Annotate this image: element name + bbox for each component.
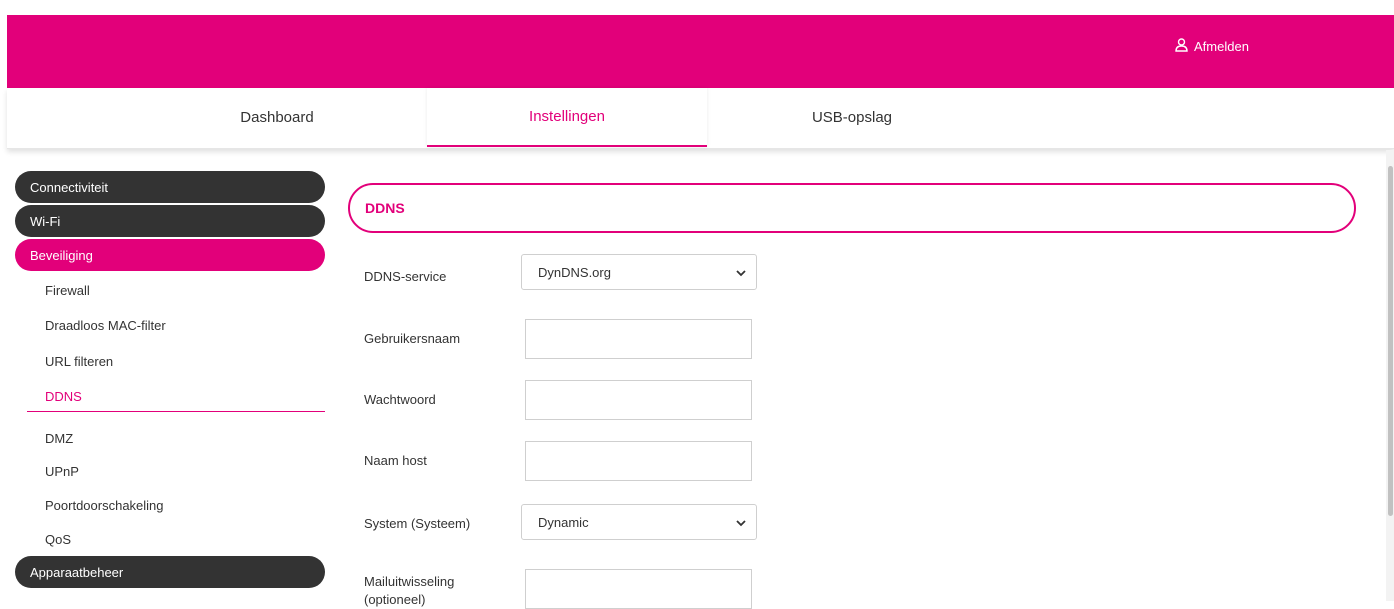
top-strip [0,0,1394,15]
chevron-down-icon [736,515,746,530]
main-nav: Dashboard Instellingen USB-opslag [7,88,1394,149]
password-input[interactable] [525,380,752,420]
mx-label-line2: (optioneel) [364,592,426,607]
tab-instellingen[interactable]: Instellingen [427,88,707,147]
system-value: Dynamic [538,514,589,530]
section-title: DDNS [348,183,1356,233]
ddns-service-select[interactable]: DynDNS.org [521,254,757,290]
user-icon [1175,37,1188,55]
logout-label: Afmelden [1194,38,1249,54]
chevron-down-icon [736,265,746,280]
sidebar-item-firewall[interactable]: Firewall [45,283,90,298]
sidebar-item-upnp[interactable]: UPnP [45,464,79,479]
mx-label: Mailuitwisseling (optioneel) [364,573,454,609]
sidebar-item-url-filter[interactable]: URL filteren [45,354,113,369]
tab-usb-opslag[interactable]: USB-opslag [777,88,927,147]
sidebar-section-connectiviteit[interactable]: Connectiviteit [15,171,325,203]
sidebar-section-apparaatbeheer[interactable]: Apparaatbeheer [15,556,325,588]
username-label: Gebruikersnaam [364,331,461,346]
sidebar-section-beveiliging[interactable]: Beveiliging [15,239,325,271]
sidebar-section-wifi[interactable]: Wi-Fi [15,205,325,237]
hostname-input[interactable] [525,441,752,481]
username-input[interactable] [525,319,752,359]
header-bar: Afmelden [7,15,1394,88]
scrollbar-thumb[interactable] [1388,166,1393,516]
tab-dashboard[interactable]: Dashboard [202,88,352,147]
logout-button[interactable]: Afmelden [1175,37,1249,55]
mx-label-line1: Mailuitwisseling [364,574,455,589]
password-label: Wachtwoord [364,392,436,407]
mx-input[interactable] [525,569,752,609]
sidebar-item-dmz[interactable]: DMZ [45,431,73,446]
sidebar-item-port-forwarding[interactable]: Poortdoorschakeling [45,498,164,513]
system-label: System (Systeem) [364,516,471,531]
section-title-text: DDNS [365,200,405,216]
ddns-service-value: DynDNS.org [538,264,611,280]
hostname-label: Naam host [364,453,427,468]
sidebar-item-qos[interactable]: QoS [45,532,71,547]
active-item-underline [27,411,325,412]
sidebar-item-mac-filter[interactable]: Draadloos MAC-filter [45,318,166,333]
system-select[interactable]: Dynamic [521,504,757,540]
ddns-service-label: DDNS-service [364,269,447,284]
sidebar-item-ddns[interactable]: DDNS [45,389,82,404]
